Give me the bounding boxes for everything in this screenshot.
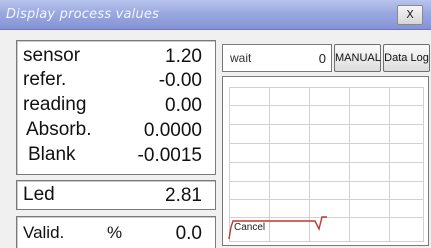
valid-unit: % <box>107 223 123 242</box>
value-row-blank: Blank -0.0015 <box>17 144 215 168</box>
valid-row: Valid. % 0.0 <box>17 222 215 246</box>
title-bar: Display process values X <box>0 0 431 30</box>
absorb-label: Absorb. <box>26 119 92 140</box>
blank-label: Blank <box>28 144 76 165</box>
valid-panel: Valid. % 0.0 <box>16 216 216 248</box>
reading-value: 0.00 <box>165 95 202 116</box>
window-title: Display process values <box>6 7 160 22</box>
process-values-panel: sensor 1.20 refer. -0.00 reading 0.00 Ab… <box>16 40 216 175</box>
sensor-value: 1.20 <box>165 46 202 67</box>
reading-label: reading <box>23 94 87 115</box>
graph-frame <box>229 87 424 242</box>
close-button[interactable]: X <box>397 5 423 25</box>
valid-label: Valid. <box>23 223 65 242</box>
blank-value: -0.0015 <box>137 145 202 166</box>
value-row-reading: reading 0.00 <box>17 94 215 118</box>
value-row-absorb: Absorb. 0.0000 <box>17 119 215 143</box>
value-row-sensor: sensor 1.20 <box>17 45 215 69</box>
status-count: 0 <box>318 51 326 66</box>
value-row-refer: refer. -0.00 <box>17 69 215 93</box>
status-box: wait 0 <box>222 44 332 72</box>
measurement-graph: Cancel <box>222 76 429 246</box>
cancel-label[interactable]: Cancel <box>234 222 265 233</box>
refer-label: refer. <box>23 69 67 90</box>
refer-value: -0.00 <box>158 70 202 91</box>
status-text: wait <box>230 51 252 65</box>
data-log-button[interactable]: Data Log <box>383 44 430 72</box>
valid-value: 0.0 <box>175 223 202 244</box>
absorb-value: 0.0000 <box>143 120 202 141</box>
led-panel: Led 2.81 <box>16 180 216 210</box>
sensor-label: sensor <box>23 45 81 66</box>
manual-button[interactable]: MANUAL <box>334 44 381 72</box>
led-value: 2.81 <box>165 185 202 206</box>
led-label: Led <box>23 184 55 205</box>
led-row: Led 2.81 <box>17 184 215 208</box>
